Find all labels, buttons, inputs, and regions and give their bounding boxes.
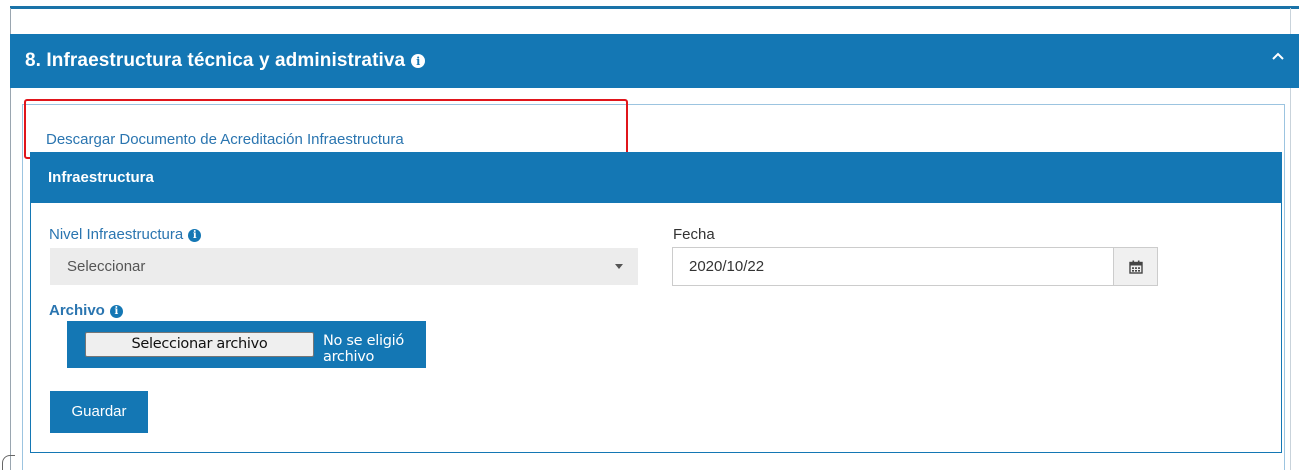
select-file-button[interactable]: Seleccionar archivo xyxy=(85,332,314,357)
nivel-infraestructura-label: Nivel Infraestructura i xyxy=(49,226,202,243)
caret-down-icon xyxy=(615,264,623,269)
highlight-annotation-box xyxy=(24,99,628,159)
nivel-infraestructura-select[interactable]: Seleccionar xyxy=(50,248,638,285)
partial-cursor-mark xyxy=(2,455,15,470)
fecha-input[interactable]: 2020/10/22 xyxy=(672,247,1114,286)
nivel-selected-value: Seleccionar xyxy=(67,258,146,275)
archivo-label-text: Archivo xyxy=(49,302,105,319)
fecha-label: Fecha xyxy=(673,226,715,243)
fecha-value: 2020/10/22 xyxy=(689,258,765,275)
section-header[interactable]: 8. Infraestructura técnica y administrat… xyxy=(10,34,1299,88)
info-circle-icon[interactable]: i xyxy=(188,228,202,242)
save-button[interactable]: Guardar xyxy=(50,391,148,433)
file-status-text: No se eligió archivo xyxy=(323,333,404,365)
file-upload-control[interactable]: Seleccionar archivo No se eligió archivo xyxy=(67,321,426,368)
info-circle-icon[interactable]: i xyxy=(109,304,123,318)
section-title: 8. Infraestructura técnica y administrat… xyxy=(25,50,406,71)
top-rule xyxy=(10,6,1299,9)
info-circle-icon[interactable]: i xyxy=(411,54,426,68)
archivo-label: Archivo i xyxy=(49,302,123,319)
subsection-header: Infraestructura xyxy=(30,152,1282,203)
calendar-icon[interactable] xyxy=(1113,247,1158,286)
nivel-label-text: Nivel Infraestructura xyxy=(49,226,184,243)
chevron-up-icon[interactable] xyxy=(1271,49,1285,63)
